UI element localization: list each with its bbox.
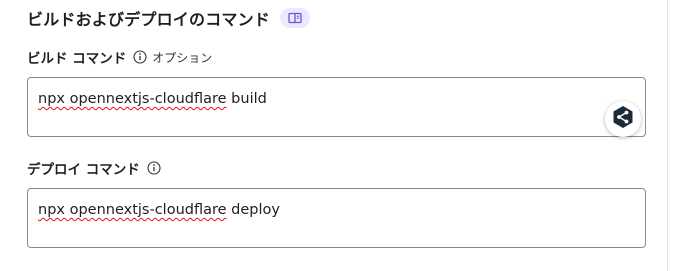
deploy-command-value-rest: deploy [226,202,280,218]
section-title: ビルドおよびデプロイのコマンド [27,10,271,29]
info-icon[interactable] [133,50,147,64]
build-command-label-text: ビルド コマンド [27,51,127,67]
build-command-value: npx opennextjs-cloudflare build [38,91,267,107]
spellcheck-underlined-text: npx opennextjs-cloudflare [38,202,227,218]
build-command-value-rest: build [226,91,267,107]
share-node-icon [612,105,634,133]
section-header: ビルドおよびデプロイのコマンド [27,6,311,30]
panel-divider [667,0,668,271]
info-icon[interactable] [147,161,161,175]
optional-tag: オプション [152,50,213,65]
extension-floating-button[interactable] [605,101,641,137]
build-command-label: ビルド コマンド オプション [27,47,212,67]
deploy-command-label-text: デプロイ コマンド [27,162,140,178]
docs-link-button[interactable] [280,8,311,28]
deploy-command-label: デプロイ コマンド [27,158,161,178]
spellcheck-underlined-text: npx opennextjs-cloudflare [38,91,227,107]
deploy-command-value: npx opennextjs-cloudflare deploy [38,202,280,218]
book-icon [288,9,302,28]
deploy-command-input[interactable]: npx opennextjs-cloudflare deploy [27,188,646,248]
build-command-input[interactable]: npx opennextjs-cloudflare build [27,77,646,137]
